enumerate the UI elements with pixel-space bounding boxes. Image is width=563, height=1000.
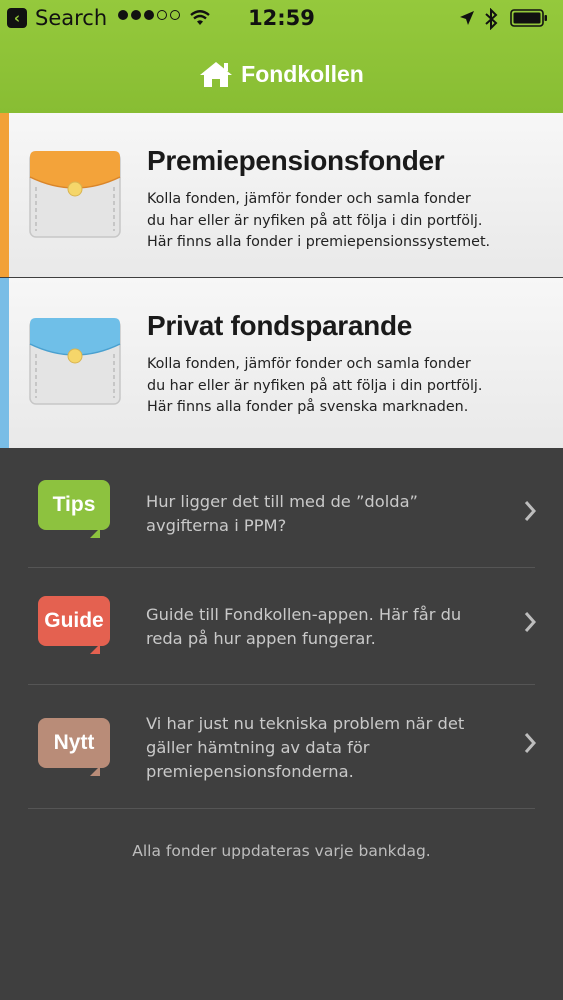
list-item-text: Vi har just nu tekniska problem när det … (146, 714, 465, 781)
card-title: Privat fondsparande (147, 310, 413, 341)
list-item-text: Hur ligger det till med de ”dolda” avgif… (146, 492, 418, 535)
card-description: Kolla fonden, jämför fonder och samla fo… (147, 356, 483, 415)
row-divider (28, 567, 535, 568)
row-divider (28, 808, 535, 809)
status-bar: ‹ Search 12:59 (0, 0, 563, 38)
app-header: ‹ Search 12:59 Fondkollen (0, 0, 563, 113)
header-title-row: Fondkollen (0, 52, 563, 96)
chevron-right-icon (524, 501, 537, 521)
chevron-right-icon (524, 612, 537, 632)
row-divider (28, 684, 535, 685)
status-time: 12:59 (248, 6, 315, 30)
battery-icon (510, 9, 547, 27)
nytt-badge: Nytt (38, 718, 110, 776)
list-item-text: Guide till Fondkollen-appen. Här får du … (146, 605, 462, 648)
private-fund-savings-card[interactable]: Privat fondsparande Kolla fonden, jämför… (0, 278, 563, 448)
list-item-nytt[interactable]: Nytt Vi har just nu tekniska problem när… (0, 700, 563, 806)
footer-note: Alla fonder uppdateras varje bankdag. (132, 842, 431, 860)
list-item-guide[interactable]: Guide Guide till Fondkollen-appen. Här f… (0, 580, 563, 680)
card-description: Kolla fonden, jämför fonder och samla fo… (147, 191, 491, 250)
list-item-tips[interactable]: Tips Hur ligger det till med de ”dolda” … (0, 470, 563, 566)
tips-badge: Tips (38, 480, 110, 538)
premiepension-funds-card[interactable]: Premiepensionsfonder Kolla fonden, jämfö… (0, 113, 563, 277)
card-title: Premiepensionsfonder (147, 145, 445, 176)
chevron-right-icon (524, 733, 537, 753)
app-title: Fondkollen (241, 60, 364, 87)
bluetooth-icon (485, 8, 498, 30)
location-arrow-icon (460, 11, 474, 25)
wallet-orange-icon (29, 151, 121, 238)
guide-badge: Guide (38, 596, 110, 654)
wallet-blue-icon (29, 318, 121, 405)
home-icon[interactable] (199, 60, 233, 88)
